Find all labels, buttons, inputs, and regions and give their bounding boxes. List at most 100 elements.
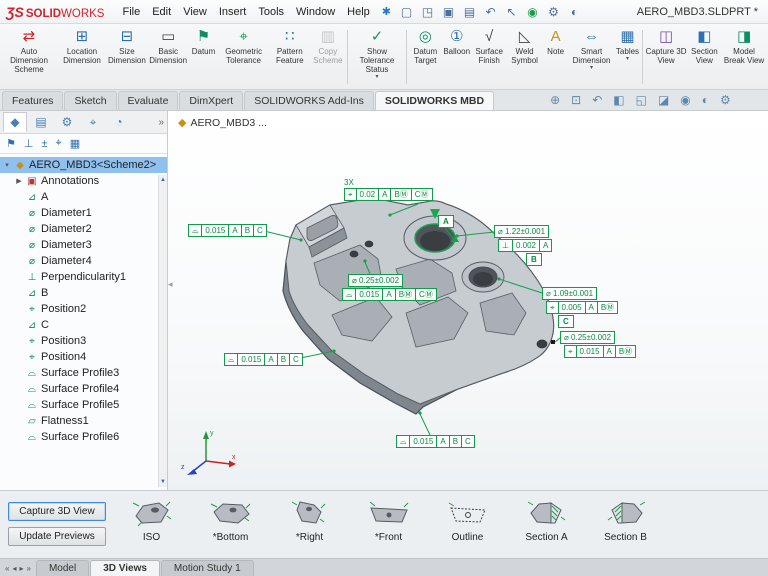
tree-item-datum-b[interactable]: ⊿ B xyxy=(0,285,167,301)
tab-sketch[interactable]: Sketch xyxy=(64,91,116,110)
smart-dimension-button[interactable]: ⇔ Smart Dimension ▾ xyxy=(570,25,614,89)
propertymanager-tab-icon[interactable]: ▤ xyxy=(29,113,53,131)
hole-1-22-bore[interactable] xyxy=(420,231,450,251)
undo-icon[interactable]: ↶ xyxy=(481,3,500,21)
dropdown-caret-icon[interactable]: ▾ xyxy=(375,74,378,81)
graphics-viewport[interactable]: y x z ◆ AERO_MBD3 ... ◂ 3X ⌖ 0.02 A BⓂ C… xyxy=(168,111,768,490)
zoom-fit-icon[interactable]: ⊡ xyxy=(571,93,581,107)
menu-edit[interactable]: Edit xyxy=(146,3,177,21)
model-3d[interactable]: y x z xyxy=(168,111,768,490)
expand-caret-icon[interactable]: ▾ xyxy=(3,161,11,169)
callout-diameter-1-09[interactable]: ⌀ 1.09±0.001 ⌖ 0.005 A BⓂ C xyxy=(542,287,618,328)
dropdown-caret-icon[interactable]: ▾ xyxy=(626,56,629,63)
pin-icon[interactable]: ✱ xyxy=(382,5,391,18)
next-tab-icon[interactable]: ▸ xyxy=(19,564,23,573)
hole-0-25-c[interactable] xyxy=(537,340,547,348)
tree-item-surface-profile5[interactable]: ⌓ Surface Profile5 xyxy=(0,397,167,413)
menu-tools[interactable]: Tools xyxy=(252,3,290,21)
rebuild-icon[interactable]: ◉ xyxy=(523,3,542,21)
tree-item-diameter3[interactable]: ⌀ Diameter3 xyxy=(0,237,167,253)
menu-window[interactable]: Window xyxy=(290,3,341,21)
callout-surface-profile[interactable]: ⌓ 0.015 A B C xyxy=(188,224,267,237)
pattern-feature-button[interactable]: ∷ Pattern Feature xyxy=(270,25,310,89)
tree-item-surface-profile6[interactable]: ⌓ Surface Profile6 xyxy=(0,429,167,445)
view-thumb-section-a[interactable]: Section A xyxy=(507,496,586,543)
datum-tool-icon[interactable]: ⚑ xyxy=(6,137,16,150)
tree-item-perpendicularity1[interactable]: ⊥ Perpendicularity1 xyxy=(0,269,167,285)
tree-item-flatness1[interactable]: ▱ Flatness1 xyxy=(0,413,167,429)
tab-model[interactable]: Model xyxy=(36,560,89,576)
view-thumb-iso[interactable]: ISO xyxy=(112,496,191,543)
configurationmanager-tab-icon[interactable]: ⚙ xyxy=(55,113,79,131)
panel-chevron-icon[interactable]: » xyxy=(158,117,164,128)
tree-item-position2[interactable]: ⌖ Position2 xyxy=(0,301,167,317)
scene-settings-icon[interactable]: ⚙ xyxy=(720,93,731,107)
location-dimension-button[interactable]: ⊞ Location Dimension xyxy=(57,25,107,89)
first-tab-icon[interactable]: « xyxy=(5,564,9,573)
tree-item-datum-c[interactable]: ⊿ C xyxy=(0,317,167,333)
position-tool-icon[interactable]: ⌖ xyxy=(56,137,62,150)
breadcrumb[interactable]: ◆ AERO_MBD3 ... xyxy=(178,116,267,129)
scroll-down-icon[interactable]: ▼ xyxy=(160,479,166,485)
tree-item-position4[interactable]: ⌖ Position4 xyxy=(0,349,167,365)
table-tool-icon[interactable]: ▦ xyxy=(70,137,80,150)
callout-surface-profile[interactable]: ⌓ 0.015 A B C xyxy=(396,435,475,448)
tree-item-root[interactable]: ▾ ◆ AERO_MBD3<Scheme2> xyxy=(0,157,167,173)
display-style-icon[interactable]: ◪ xyxy=(658,93,669,107)
options-icon[interactable]: ⚙ xyxy=(544,3,563,21)
menu-help[interactable]: Help xyxy=(341,3,376,21)
callout-diameter-1-22[interactable]: ⌀ 1.22±0.001 ⊥ 0.002 A B xyxy=(494,225,552,266)
datum-target-button[interactable]: ◎ Datum Target xyxy=(408,25,443,89)
open-icon[interactable]: ◳ xyxy=(418,3,437,21)
appearance-icon[interactable]: ◐ xyxy=(702,93,709,107)
tree-item-diameter4[interactable]: ⌀ Diameter4 xyxy=(0,253,167,269)
tolerance-tool-icon[interactable]: ± xyxy=(41,138,47,150)
featuremanager-tab-icon[interactable]: ◆ xyxy=(3,112,27,132)
hole-0-25-b[interactable] xyxy=(365,241,373,247)
model-break-view-button[interactable]: ◨ Model Break View xyxy=(721,25,767,89)
tree-item-diameter2[interactable]: ⌀ Diameter2 xyxy=(0,221,167,237)
new-document-icon[interactable]: ▢ xyxy=(397,3,416,21)
auto-dimension-scheme-button[interactable]: ⇄ Auto Dimension Scheme xyxy=(1,25,57,89)
appearance-icon[interactable]: ◐ xyxy=(565,3,584,21)
view-orientation-icon[interactable]: ◱ xyxy=(636,93,647,107)
view-thumb-bottom[interactable]: *Bottom xyxy=(191,496,270,543)
menu-view[interactable]: View xyxy=(177,3,213,21)
expand-arrow-icon[interactable]: ▶ xyxy=(15,177,23,185)
tree-item-position3[interactable]: ⌖ Position3 xyxy=(0,333,167,349)
tab-solidworks-add-ins[interactable]: SOLIDWORKS Add-Ins xyxy=(244,91,374,110)
section-view-button[interactable]: ◧ Section View xyxy=(688,25,721,89)
weld-symbol-button[interactable]: ◺ Weld Symbol xyxy=(508,25,542,89)
tree-item-surface-profile4[interactable]: ⌓ Surface Profile4 xyxy=(0,381,167,397)
displaymanager-tab-icon[interactable]: ◔ xyxy=(107,113,131,131)
tree-item-datum-a[interactable]: ⊿ A xyxy=(0,189,167,205)
capture-3d-view-button[interactable]: ◫ Capture 3D View xyxy=(644,25,687,89)
note-button[interactable]: A Note xyxy=(542,25,570,89)
panel-collapse-handle[interactable]: ◂ xyxy=(168,279,173,290)
tree-item-surface-profile3[interactable]: ⌓ Surface Profile3 xyxy=(0,365,167,381)
hide-show-icon[interactable]: ◉ xyxy=(680,93,690,107)
tab-evaluate[interactable]: Evaluate xyxy=(118,91,179,110)
previous-view-icon[interactable]: ↶ xyxy=(592,93,602,107)
view-thumb-outline[interactable]: Outline xyxy=(428,496,507,543)
view-thumb-front[interactable]: *Front xyxy=(349,496,428,543)
tables-button[interactable]: ▦ Tables ▾ xyxy=(613,25,641,89)
scroll-up-icon[interactable]: ▲ xyxy=(160,177,166,183)
dimxpertmanager-tab-icon[interactable]: ⌖ xyxy=(81,113,105,132)
select-icon[interactable]: ↖ xyxy=(502,3,521,21)
perpendicularity-tool-icon[interactable]: ⊥ xyxy=(24,137,34,150)
tab-dimxpert[interactable]: DimXpert xyxy=(179,91,243,110)
callout-surface-profile[interactable]: ⌓ 0.015 A B C xyxy=(224,353,303,366)
section-view-icon[interactable]: ◧ xyxy=(613,93,624,107)
dropdown-caret-icon[interactable]: ▾ xyxy=(590,65,593,72)
balloon-button[interactable]: ① Balloon xyxy=(443,25,471,89)
tree-item-annotations[interactable]: ▶ ▣ Annotations xyxy=(0,173,167,189)
tab-motion-study-1[interactable]: Motion Study 1 xyxy=(161,560,254,576)
capture-3d-view-panel-button[interactable]: Capture 3D View xyxy=(8,502,106,521)
callout-position-pattern[interactable]: 3X ⌖ 0.02 A BⓂ CⓂ xyxy=(344,179,433,201)
tree-scrollbar[interactable]: ▲ ▼ xyxy=(158,175,167,487)
save-icon[interactable]: ▣ xyxy=(439,3,458,21)
hole-1-09-bore[interactable] xyxy=(473,272,493,286)
tab-3d-views[interactable]: 3D Views xyxy=(90,560,160,576)
basic-dimension-button[interactable]: ▭ Basic Dimension xyxy=(147,25,190,89)
